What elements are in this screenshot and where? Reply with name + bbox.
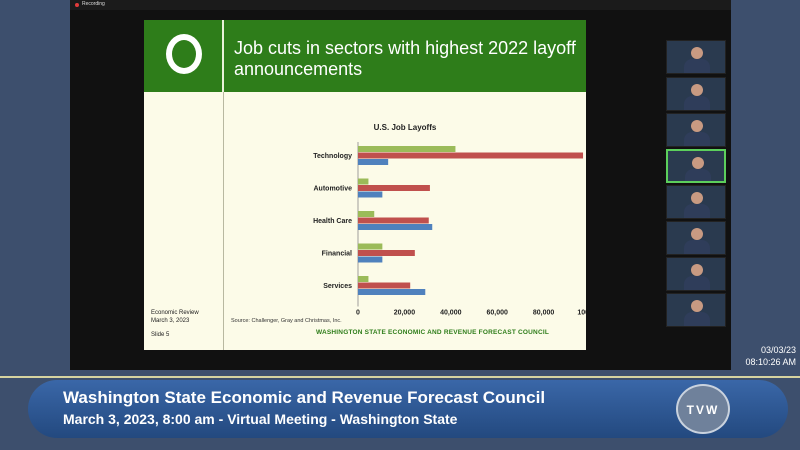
recording-bar: Recording (70, 0, 731, 10)
chart-source: Source: Challenger, Gray and Christmas, … (231, 318, 342, 324)
participant-avatar (691, 120, 703, 132)
participant-tile[interactable] (666, 149, 726, 183)
x-tick-label: 0 (356, 310, 360, 317)
participant-avatar (691, 228, 703, 240)
participant-body (684, 96, 710, 110)
participant-tile[interactable] (666, 257, 726, 291)
chart-title: U.S. Job Layoffs (374, 123, 437, 132)
layoffs-chart: U.S. Job Layoffs Technology Automotive Heal… (313, 123, 586, 317)
bar-january-2023 (358, 146, 456, 152)
slide-note-number: Slide 5 (151, 332, 170, 338)
participant-tile[interactable] (666, 113, 726, 147)
meeting-window: Recording Job cuts in sectors with highe… (70, 0, 731, 370)
participant-avatar (691, 300, 703, 312)
bar-2022 (358, 152, 584, 159)
category-label: Health Care (313, 218, 352, 225)
participant-avatar (691, 47, 703, 59)
x-tick-label: 60,000 (486, 310, 508, 317)
clock-time: 08:10:26 AM (745, 357, 796, 367)
lower-third-banner: Washington State Economic and Revenue Fo… (28, 380, 788, 438)
banner-title: Washington State Economic and Revenue Fo… (63, 388, 546, 407)
participant-avatar (691, 192, 703, 204)
x-tick-label: 80,000 (533, 310, 555, 317)
banner-subtitle: March 3, 2023, 8:00 am - Virtual Meeting… (63, 411, 458, 427)
presentation-slide: Job cuts in sectors with highest 2022 la… (144, 20, 586, 350)
participant-body (684, 132, 710, 146)
clock-date: 03/03/23 (760, 345, 796, 355)
state-seal-icon (164, 32, 204, 76)
participant-tile[interactable] (666, 185, 726, 219)
bar-january-2023 (358, 211, 375, 217)
x-tick-label: 20,000 (394, 310, 416, 317)
tvw-logo-icon: TVW (676, 384, 730, 434)
slide-note-review: Economic Review (151, 310, 199, 316)
participant-tile[interactable] (666, 77, 726, 111)
bar-january-2023 (358, 243, 383, 250)
bar-2022 (358, 250, 415, 256)
recording-label: Recording (82, 1, 105, 7)
category-label: Automotive (314, 186, 353, 193)
category-label: Financial (322, 251, 352, 258)
bar-2022 (358, 282, 411, 289)
participant-tile[interactable] (666, 293, 726, 327)
participant-avatar (692, 157, 704, 169)
bar-2022 (358, 217, 429, 224)
bar-january-2023 (358, 178, 369, 185)
seal-area (144, 20, 224, 92)
participant-tile[interactable] (666, 40, 726, 74)
participant-body (684, 204, 710, 218)
recording-dot-icon (75, 3, 79, 7)
x-tick-label: 40,000 (440, 310, 462, 317)
category-label: Technology (313, 153, 352, 160)
bar-january-2023 (358, 276, 369, 282)
participant-body (684, 59, 710, 73)
slide-header: Job cuts in sectors with highest 2022 la… (144, 20, 586, 92)
tvw-logo-text: TVW (686, 403, 720, 417)
slide-title: Job cuts in sectors with highest 2022 la… (234, 38, 576, 79)
slide-footer: WASHINGTON STATE ECONOMIC AND REVENUE FO… (316, 329, 550, 336)
bar-2021 (358, 159, 389, 165)
bar-2021 (358, 191, 383, 198)
category-label: Services (323, 283, 352, 290)
participant-body (684, 312, 710, 326)
bar-2022 (358, 185, 430, 191)
participant-body (684, 240, 710, 254)
lower-third-rule (0, 376, 800, 378)
participant-tile[interactable] (666, 221, 726, 255)
x-tick-label: 100,000 (577, 310, 586, 317)
bar-2021 (358, 289, 426, 295)
slide-sidebar: Economic Review March 3, 2023 Slide 5 (144, 92, 224, 350)
bar-2021 (358, 256, 383, 263)
slide-note-date: March 3, 2023 (151, 318, 190, 324)
participant-body (684, 276, 710, 290)
participant-avatar (691, 264, 703, 276)
bar-2021 (358, 224, 433, 230)
participant-avatar (691, 84, 703, 96)
participant-body (685, 169, 711, 181)
